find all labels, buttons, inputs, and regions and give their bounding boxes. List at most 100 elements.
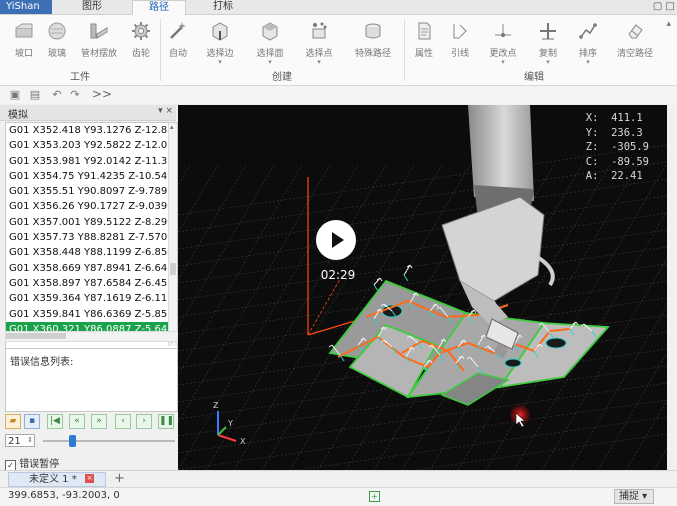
sort-button[interactable]: 排序 ▾ [568, 18, 608, 70]
panel-controls[interactable]: ▾ × [158, 106, 173, 116]
select-face-icon [262, 22, 278, 41]
3d-viewport[interactable]: Z Y X X: 411.1 Y: 236.3 Z: -305.9 C: -89… [178, 105, 667, 470]
pipe-place-button[interactable]: 管材摆放 [76, 18, 122, 70]
select-face-button[interactable]: 选择面 ▾ [248, 18, 292, 70]
pipe-place-icon [90, 23, 108, 39]
gcode-line[interactable]: G01 X357.001 Y89.5122 Z-8.2994 [6, 215, 177, 230]
change-point-dropdown-icon: ▾ [501, 58, 505, 66]
change-point-icon [495, 24, 511, 37]
gcode-line[interactable]: G01 X354.75 Y91.4235 Z-10.549 [6, 169, 177, 184]
error-pause-option[interactable]: ✓ 错误暂停 [5, 455, 59, 471]
gcode-line[interactable]: G01 X353.981 Y92.0142 Z-11.319 [6, 154, 177, 169]
undo-icon[interactable]: ↶ [50, 88, 64, 102]
gcode-lines: G01 X352.418 Y93.1276 Z-12.882 G01 X353.2… [6, 123, 177, 338]
pause-button[interactable]: ❚❚ [158, 414, 174, 429]
open-folder-button[interactable]: ▰ [5, 414, 21, 429]
ribbon-collapse-icon[interactable]: ▴ [666, 19, 671, 29]
sort-dropdown-icon: ▾ [586, 58, 590, 66]
special-path-button[interactable]: 特殊路径 [348, 18, 398, 70]
gcode-line[interactable]: G01 X358.669 Y87.8941 Z-6.6431 [6, 261, 177, 276]
playback-controls: ▰ ▪ |◀ « » ‹ › ❚❚ [5, 413, 176, 431]
error-list[interactable]: 错误信息列表: [5, 348, 178, 412]
save-icon[interactable]: ▤ [28, 88, 42, 102]
gcode-scrollbar[interactable]: ▴ ▾ [168, 123, 177, 346]
window-controls[interactable]: ▢ □ [653, 0, 675, 14]
error-list-label: 错误信息列表: [10, 357, 74, 368]
step-back-button[interactable]: ‹ [115, 414, 131, 429]
redo-icon[interactable]: ↷ [68, 88, 82, 102]
video-play-button[interactable] [316, 220, 356, 260]
clear-path-button[interactable]: 清空路径 [612, 18, 658, 70]
simulation-panel-title: 模拟 [8, 110, 28, 121]
first-frame-button[interactable]: |◀ [47, 414, 63, 429]
save-sim-button[interactable]: ▪ [24, 414, 40, 429]
readout-x: X: 411.1 [585, 112, 643, 124]
gcode-line[interactable]: G01 X356.26 Y90.1727 Z-9.0396 [6, 199, 177, 214]
speed-slider-thumb[interactable] [69, 435, 77, 447]
speed-value: 21 [8, 436, 21, 447]
speed-spinbox[interactable]: 21 ⇕ [5, 434, 35, 447]
play-button[interactable]: › [136, 414, 152, 429]
sort-icon [579, 23, 597, 39]
coordinate-readout: X: 411.1 Y: 236.3 Z: -305.9 C: -89.59 A:… [586, 111, 649, 184]
glass-icon [48, 22, 66, 40]
tab-path[interactable]: 路径 [132, 0, 186, 15]
axis-z-label: Z [213, 401, 219, 410]
select-point-dropdown-icon: ▾ [317, 58, 321, 66]
gcode-line[interactable]: G01 X357.73 Y88.8281 Z-7.5701 [6, 230, 177, 245]
snap-dropdown[interactable]: 捕捉 ▾ [614, 489, 654, 504]
gcode-line[interactable]: G01 X353.203 Y92.5822 Z-12.096 [6, 138, 177, 153]
axis-x-label: X [240, 437, 246, 446]
gcode-line[interactable]: G01 X355.51 Y90.8097 Z-9.7899 [6, 184, 177, 199]
property-button[interactable]: 属性 [404, 18, 444, 70]
speed-slider-track[interactable] [43, 440, 175, 442]
error-pause-label: 错误暂停 [19, 459, 60, 470]
spin-arrows-icon: ⇕ [27, 436, 33, 444]
gear-button[interactable]: 齿轮 [121, 18, 161, 70]
leadline-button[interactable]: 引线 [440, 18, 480, 70]
hscroll-thumb[interactable] [6, 333, 66, 339]
speed-row: 21 ⇕ [5, 433, 176, 449]
copy-icon [540, 23, 556, 40]
fast-forward-button[interactable]: » [91, 414, 107, 429]
tab-graphics[interactable]: 图形 [70, 0, 114, 14]
select-edge-icon [212, 22, 228, 41]
gcode-list[interactable]: G01 X352.418 Y93.1276 Z-12.882 G01 X353.2… [5, 122, 178, 349]
simulation-panel-header: 模拟 ▾ × [0, 105, 176, 121]
document-tabs: 未定义 1 * × + [0, 470, 677, 488]
close-tab-icon[interactable]: × [85, 474, 94, 483]
auto-button[interactable]: 自动 [158, 18, 198, 70]
app-brand: YiShan [0, 0, 52, 14]
tab-marking[interactable]: 打标 [200, 0, 246, 14]
cursor-coordinates: 399.6853, -93.2003, 0 [8, 490, 120, 501]
scroll-up-icon[interactable]: ▴ [170, 123, 176, 131]
auto-wand-icon [170, 22, 186, 39]
clear-path-icon [628, 24, 643, 39]
group-label-workpiece: 工件 [70, 72, 90, 83]
select-point-button[interactable]: 选择点 ▾ [297, 18, 341, 70]
change-point-button[interactable]: 更改点 ▾ [480, 18, 526, 70]
gcode-line[interactable]: G01 X358.448 Y88.1199 Z-6.8523 [6, 245, 177, 260]
more-tools-button[interactable]: >> [92, 87, 112, 101]
open-icon[interactable]: ▣ [8, 88, 22, 102]
copy-button[interactable]: 复制 ▾ [528, 18, 568, 70]
leadline-icon [453, 24, 467, 39]
gcode-line[interactable]: G01 X359.364 Y87.1619 Z-6.1198 [6, 291, 177, 306]
status-add-icon[interactable]: + [369, 491, 380, 502]
axis-triad-icon: Z Y X [213, 401, 246, 446]
gcode-hscrollbar[interactable] [5, 331, 178, 342]
gcode-line[interactable]: G01 X358.897 Y87.6584 Z-6.4518 [6, 276, 177, 291]
fast-backward-button[interactable]: « [69, 414, 85, 429]
add-tab-button[interactable]: + [114, 471, 125, 487]
play-icon [332, 232, 344, 248]
status-bar: 399.6853, -93.2003, 0 + 捕捉 ▾ [0, 487, 677, 506]
special-path-icon [365, 23, 381, 39]
gcode-line[interactable]: G01 X359.841 Y86.6369 Z-5.8517 [6, 307, 177, 322]
scroll-thumb[interactable] [170, 263, 176, 275]
select-face-dropdown-icon: ▾ [268, 58, 272, 66]
glass-button[interactable]: 玻璃 [37, 18, 77, 70]
gcode-line[interactable]: G01 X352.418 Y93.1276 Z-12.882 [6, 123, 177, 138]
select-edge-button[interactable]: 选择边 ▾ [198, 18, 242, 70]
quick-access-bar: ▣ ▤ ↶ ↷ >> [0, 86, 677, 104]
ribbon: 坡口 玻璃 管材摆放 齿轮 自动 选择边 ▾ 选择面 ▾ 选择点 ▾ 特殊路径 … [0, 15, 677, 86]
